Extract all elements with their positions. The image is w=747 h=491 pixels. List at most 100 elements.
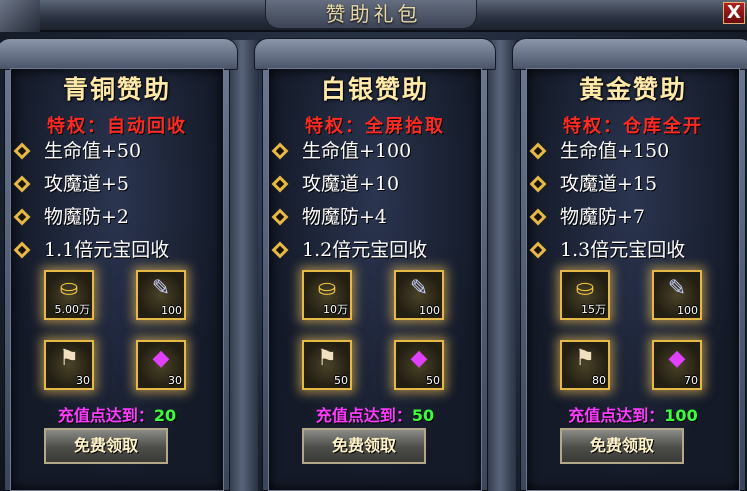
reward-slot-crystal[interactable]: ◆ 70 <box>652 340 702 390</box>
requirement-line: 充值点达到：20 <box>4 402 230 426</box>
stat-text: 1.1倍元宝回收 <box>44 239 170 261</box>
scroll-icon: ✎ <box>667 276 687 301</box>
privilege-text: 特权：仓库全开 <box>563 116 703 137</box>
diamond-bullet-icon <box>13 175 31 193</box>
stat-text: 攻魔道+15 <box>560 173 658 195</box>
panel-title: 青铜赞助 <box>62 75 171 104</box>
stat-row: 生命值+150 <box>529 136 670 164</box>
claim-button[interactable]: 免费领取 <box>560 428 684 464</box>
silver-sponsor-panel: 白银赞助 特权：全屏拾取 生命值+100 攻魔道+10 物魔防+4 1.2倍元宝… <box>254 38 496 491</box>
panel-cap <box>254 38 496 70</box>
gold-ingot-icon: ⛀ <box>317 276 337 301</box>
requirement-label: 充值点达到： <box>315 406 412 425</box>
gold-sponsor-panel: 黄金赞助 特权：仓库全开 生命值+150 攻魔道+15 物魔防+7 1.3倍元宝… <box>512 38 747 491</box>
reward-quantity: 10万 <box>323 303 348 316</box>
reward-quantity: 5.00万 <box>54 303 91 316</box>
panel-cap <box>512 38 747 70</box>
reward-quantity: 50 <box>426 374 440 387</box>
requirement-value: 20 <box>153 406 177 425</box>
diamond-bullet-icon <box>13 208 31 226</box>
crystal-icon: ◆ <box>668 346 686 371</box>
stat-text: 1.2倍元宝回收 <box>302 239 428 261</box>
claim-button[interactable]: 免费领取 <box>44 428 168 464</box>
reward-slot-gold-ingot[interactable]: ⛀ 15万 <box>560 270 610 320</box>
diamond-bullet-icon <box>271 142 289 160</box>
stat-text: 物魔防+7 <box>560 206 646 228</box>
gold-ingot-icon: ⛀ <box>59 276 79 301</box>
title-bar[interactable]: 赞助礼包 X <box>0 0 747 32</box>
reward-slot-flag[interactable]: ⚑ 50 <box>302 340 352 390</box>
reward-quantity: 100 <box>419 304 440 317</box>
flag-icon: ⚑ <box>317 346 337 371</box>
stat-row: 攻魔道+15 <box>529 169 658 197</box>
requirement-value: 100 <box>664 406 698 425</box>
diamond-bullet-icon <box>529 208 547 226</box>
stat-row: 生命值+50 <box>13 136 142 164</box>
reward-slot-scroll[interactable]: ✎ 100 <box>136 270 186 320</box>
stat-text: 攻魔道+5 <box>44 173 130 195</box>
diamond-bullet-icon <box>271 208 289 226</box>
game-window: 赞助礼包 X 青铜赞助 特权：自动回收 生命值+50 攻魔道+5 物魔防+2 1… <box>0 0 747 491</box>
reward-slot-flag[interactable]: ⚑ 30 <box>44 340 94 390</box>
stat-row: 1.3倍元宝回收 <box>529 235 686 263</box>
reward-quantity: 30 <box>76 374 90 387</box>
scroll-icon: ✎ <box>409 276 429 301</box>
stat-row: 生命值+100 <box>271 136 412 164</box>
reward-slot-flag[interactable]: ⚑ 80 <box>560 340 610 390</box>
reward-slot-scroll[interactable]: ✎ 100 <box>394 270 444 320</box>
stat-text: 物魔防+2 <box>44 206 130 228</box>
diamond-bullet-icon <box>271 175 289 193</box>
stat-text: 攻魔道+10 <box>302 173 400 195</box>
requirement-value: 50 <box>411 406 435 425</box>
gold-ingot-icon: ⛀ <box>575 276 595 301</box>
stat-row: 物魔防+4 <box>271 202 388 230</box>
stat-text: 生命值+50 <box>44 140 142 162</box>
reward-quantity: 70 <box>684 374 698 387</box>
stat-text: 1.3倍元宝回收 <box>560 239 686 261</box>
panel-title: 黄金赞助 <box>578 75 687 104</box>
panel-cap <box>0 38 238 70</box>
scroll-icon: ✎ <box>151 276 171 301</box>
reward-quantity: 100 <box>161 304 182 317</box>
stone-pillar-right <box>484 40 516 491</box>
flag-icon: ⚑ <box>59 346 79 371</box>
diamond-bullet-icon <box>13 241 31 259</box>
stat-row: 物魔防+2 <box>13 202 130 230</box>
reward-slot-crystal[interactable]: ◆ 50 <box>394 340 444 390</box>
stat-row: 1.2倍元宝回收 <box>271 235 428 263</box>
stat-row: 攻魔道+10 <box>271 169 400 197</box>
reward-slot-gold-ingot[interactable]: ⛀ 5.00万 <box>44 270 94 320</box>
panel-title: 白银赞助 <box>320 75 429 104</box>
flag-icon: ⚑ <box>575 346 595 371</box>
bronze-sponsor-panel: 青铜赞助 特权：自动回收 生命值+50 攻魔道+5 物魔防+2 1.1倍元宝回收… <box>0 38 238 491</box>
reward-quantity: 80 <box>592 374 606 387</box>
crystal-icon: ◆ <box>410 346 428 371</box>
requirement-label: 充值点达到： <box>568 406 665 425</box>
requirement-line: 充值点达到：100 <box>520 402 746 426</box>
crystal-icon: ◆ <box>152 346 170 371</box>
reward-quantity: 100 <box>677 304 698 317</box>
reward-slot-gold-ingot[interactable]: ⛀ 10万 <box>302 270 352 320</box>
reward-quantity: 30 <box>168 374 182 387</box>
diamond-bullet-icon <box>529 175 547 193</box>
stat-row: 1.1倍元宝回收 <box>13 235 170 263</box>
privilege-text: 特权：全屏拾取 <box>305 116 445 137</box>
stat-text: 物魔防+4 <box>302 206 388 228</box>
stat-text: 生命值+100 <box>302 140 412 162</box>
stone-pillar-left <box>226 40 258 491</box>
requirement-line: 充值点达到：50 <box>262 402 488 426</box>
reward-quantity: 50 <box>334 374 348 387</box>
window-title: 赞助礼包 <box>325 2 422 26</box>
claim-button[interactable]: 免费领取 <box>302 428 426 464</box>
diamond-bullet-icon <box>529 142 547 160</box>
diamond-bullet-icon <box>13 142 31 160</box>
reward-slot-crystal[interactable]: ◆ 30 <box>136 340 186 390</box>
stat-text: 生命值+150 <box>560 140 670 162</box>
close-button[interactable]: X <box>723 2 745 24</box>
privilege-text: 特权：自动回收 <box>47 116 187 137</box>
reward-slot-scroll[interactable]: ✎ 100 <box>652 270 702 320</box>
diamond-bullet-icon <box>529 241 547 259</box>
reward-quantity: 15万 <box>581 303 606 316</box>
stat-row: 攻魔道+5 <box>13 169 130 197</box>
stat-row: 物魔防+7 <box>529 202 646 230</box>
